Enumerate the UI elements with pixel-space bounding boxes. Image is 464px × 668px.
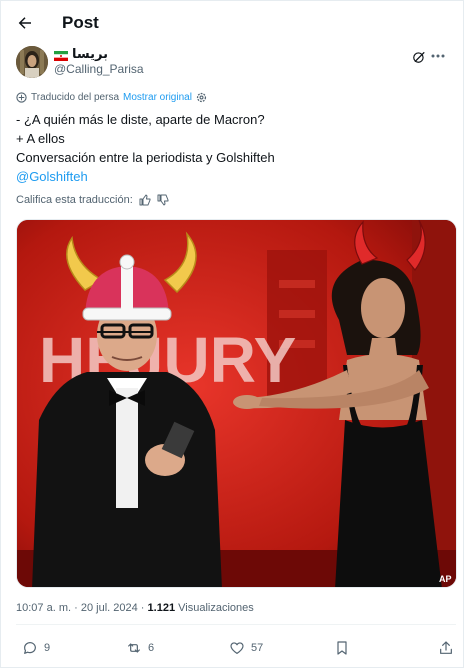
translation-label: Traducido del persa — [31, 92, 120, 103]
reply-count: 9 — [44, 642, 51, 654]
divider — [16, 624, 456, 625]
share-icon — [440, 641, 452, 654]
repost-count: 6 — [148, 642, 155, 654]
meta-separator: · — [74, 602, 78, 614]
iran-flag-icon — [54, 49, 68, 61]
avatar[interactable] — [16, 46, 48, 78]
page-title: Post — [62, 13, 99, 32]
display-name[interactable]: بريسا — [54, 46, 108, 62]
share-button[interactable] — [438, 638, 454, 658]
heart-icon — [230, 642, 244, 654]
translation-notice: Traducido del persa Mostrar original — [16, 92, 207, 103]
like-count: 57 — [251, 642, 264, 654]
post-image[interactable]: HEJURY AP — [16, 219, 457, 588]
more-horizontal-icon — [431, 54, 445, 58]
views-label: Visualizaciones — [178, 602, 254, 614]
translate-icon — [16, 92, 27, 103]
author-handle[interactable]: @Calling_Parisa — [54, 62, 144, 76]
meta-separator: · — [140, 602, 145, 614]
author-block: بريسا @Calling_Parisa — [16, 44, 446, 80]
grok-button[interactable] — [412, 50, 428, 66]
rate-translation: Califica esta traducción: — [16, 194, 169, 206]
rate-label: Califica esta traducción: — [16, 194, 133, 206]
post-date[interactable]: 20 jul. 2024 — [81, 602, 138, 614]
settings-gear-icon[interactable] — [196, 92, 207, 103]
more-options-button[interactable] — [430, 46, 446, 66]
mention-link[interactable]: @Golshifteh — [16, 167, 446, 186]
display-name-text: بريسا — [72, 46, 108, 61]
reply-icon — [24, 642, 36, 654]
post-time[interactable]: 10:07 a. m. — [16, 602, 71, 614]
repost-icon — [128, 643, 140, 653]
views-count: 1.121 — [147, 602, 176, 614]
thumbs-up-icon[interactable] — [139, 194, 151, 206]
bookmark-icon — [337, 641, 347, 655]
bookmark-button[interactable] — [334, 638, 350, 658]
photo-credit: AP — [439, 574, 452, 584]
tweet-text: - ¿A quién más le diste, aparte de Macro… — [16, 110, 446, 186]
reply-button[interactable]: 9 — [22, 638, 50, 658]
repost-button[interactable]: 6 — [126, 638, 154, 658]
action-bar: 9 6 57 — [16, 636, 456, 660]
grok-icon — [413, 51, 425, 63]
post-meta: 10:07 a. m. · 20 jul. 2024 · 1.121 Visua… — [16, 602, 254, 614]
tweet-line: Conversación entre la periodista y Golsh… — [16, 150, 275, 165]
tweet-line: + A ellos — [16, 131, 65, 146]
show-original-link[interactable]: Mostrar original — [123, 92, 192, 103]
back-button[interactable] — [12, 10, 38, 36]
post-header: Post — [0, 0, 464, 46]
tweet-line: - ¿A quién más le diste, aparte de Macro… — [16, 112, 265, 127]
thumbs-down-icon[interactable] — [157, 194, 169, 206]
like-button[interactable]: 57 — [229, 638, 263, 658]
arrow-left-icon — [18, 17, 31, 29]
